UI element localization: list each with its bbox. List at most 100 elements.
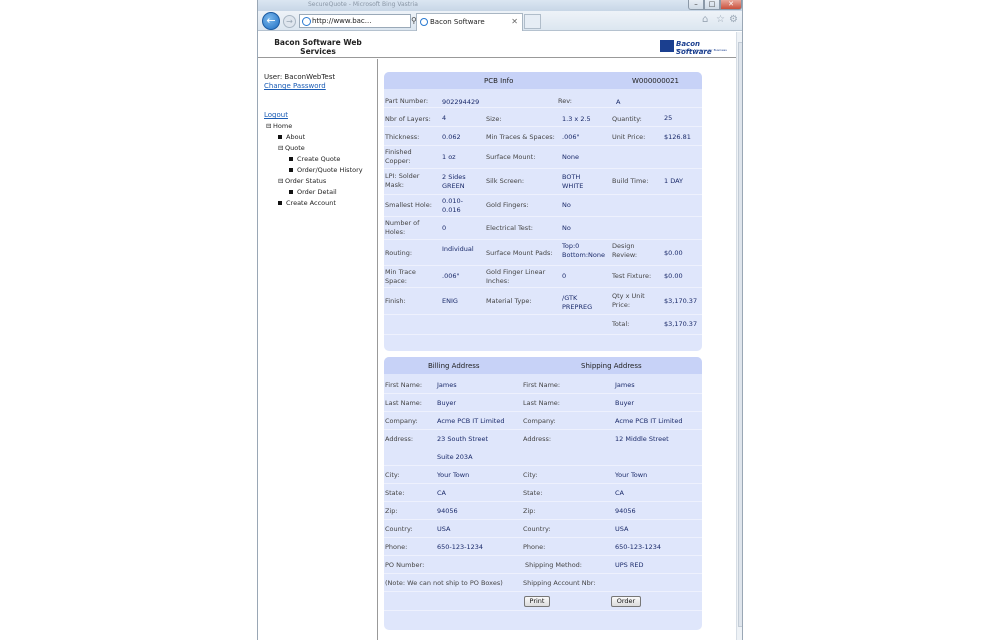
size-label: Size:	[486, 115, 502, 123]
tree-item-home[interactable]: ⊟ Home	[266, 122, 292, 130]
shipping-last-name-label: Last Name:	[523, 399, 560, 407]
po-number-label: PO Number:	[385, 561, 425, 569]
tree-item-order-history[interactable]: Order/Quote History	[289, 166, 363, 174]
row-divider	[384, 265, 702, 266]
billing-zip-label: Zip:	[385, 507, 398, 515]
shipping-phone-label: Phone:	[523, 543, 546, 551]
row-divider	[384, 126, 702, 127]
part-number-label: Part Number:	[385, 97, 429, 105]
pcb-info-header: PCB Info W000000021	[384, 72, 702, 89]
tree-item-create-account[interactable]: Create Account	[278, 199, 336, 207]
tree-item-order-detail[interactable]: Order Detail	[289, 188, 337, 196]
finish-value: ENIG	[442, 297, 458, 305]
part-number-value: 902294429	[442, 98, 480, 106]
billing-country-value: USA	[437, 525, 451, 533]
qty-unit-price-label: Qty x Unit Price:	[612, 292, 645, 309]
quantity-label: Quantity:	[612, 115, 642, 123]
silk-screen-value: BOTH WHITE	[562, 173, 584, 190]
shipping-country-value: USA	[615, 525, 629, 533]
scrollbar-thumb[interactable]	[738, 42, 742, 627]
billing-city-label: City:	[385, 471, 400, 479]
row-divider	[384, 591, 702, 592]
bullet-icon	[289, 157, 293, 161]
tree-item-about[interactable]: About	[278, 133, 305, 141]
pcb-info-panel: PCB Info W000000021 Part Number: 9022944…	[384, 72, 702, 351]
electrical-test-value: No	[562, 224, 571, 232]
new-tab-button[interactable]	[524, 14, 541, 29]
smt-pads-label: Surface Mount Pads:	[486, 249, 553, 257]
favorites-star-icon[interactable]: ☆	[716, 14, 725, 25]
test-fixture-value: $0.00	[664, 272, 683, 280]
home-icon[interactable]: ⌂	[702, 14, 708, 25]
forward-arrow-icon[interactable]: →	[283, 15, 296, 28]
shipping-last-name-value: Buyer	[615, 399, 635, 407]
row-divider	[384, 239, 702, 240]
smallest-hole-value: 0.010-0.016	[442, 197, 463, 214]
test-fixture-label: Test Fixture:	[612, 272, 652, 280]
row-divider	[384, 429, 702, 430]
number-of-holes-value: 0	[442, 224, 447, 232]
surface-mount-label: Surface Mount:	[486, 153, 536, 161]
maximize-button[interactable]: □	[704, 0, 720, 10]
min-trace-space-label: Min Trace Space:	[385, 268, 416, 285]
unit-price-label: Unit Price:	[612, 133, 646, 141]
tree-item-quote[interactable]: ⊟ Quote	[278, 144, 305, 152]
collapse-icon[interactable]: ⊟	[278, 177, 285, 185]
size-value: 1.3 x 2.5	[562, 115, 591, 123]
gear-icon[interactable]: ⚙	[729, 14, 738, 25]
shipping-company-value: Acme PCB IT Limited	[615, 417, 683, 425]
design-review-value: $0.00	[664, 249, 683, 257]
row-divider	[384, 393, 702, 394]
pcb-info-title: PCB Info	[484, 77, 514, 85]
unit-price-value: $126.81	[664, 133, 691, 141]
row-divider	[384, 465, 702, 466]
billing-last-name-value: Buyer	[437, 399, 457, 407]
collapse-icon[interactable]: ⊟	[266, 122, 273, 130]
vertical-scrollbar[interactable]	[736, 32, 742, 640]
qty-unit-price-value: $3,170.37	[664, 297, 698, 305]
collapse-icon[interactable]: ⊟	[278, 144, 285, 152]
row-divider	[384, 168, 702, 169]
logout-link[interactable]: Logout	[264, 111, 288, 119]
row-divider	[384, 287, 702, 288]
quantity-value: 25	[664, 114, 673, 122]
row-divider	[384, 411, 702, 412]
user-label: User: BaconWebTest	[264, 73, 336, 81]
total-value: $3,170.37	[664, 320, 698, 328]
change-password-link[interactable]: Change Password	[264, 82, 326, 90]
smt-pads-value: Top:0 Bottom:None	[562, 242, 605, 259]
min-traces-value: .006"	[562, 133, 580, 141]
shipping-city-label: City:	[523, 471, 538, 479]
total-label: Total:	[612, 320, 630, 328]
layers-value: 4	[442, 114, 447, 122]
row-divider	[384, 501, 702, 502]
finished-copper-label: Finished Copper:	[385, 148, 412, 165]
address-bar[interactable]: http://www.bac...	[299, 14, 411, 28]
gold-finger-linear-value: 0	[562, 272, 567, 280]
minimize-button[interactable]: –	[688, 0, 704, 10]
routing-label: Routing:	[385, 249, 413, 257]
billing-zip-value: 94056	[437, 507, 458, 515]
shipping-address-title: Shipping Address	[581, 362, 642, 370]
site-header: Bacon Software Web Services Bacon Softwa…	[258, 32, 736, 58]
layers-label: Nbr of Layers:	[385, 115, 431, 123]
navigation-bar: ← → http://www.bac... ⚲ Bacon Software ✕…	[258, 11, 742, 31]
shipping-country-label: Country:	[523, 525, 551, 533]
tree-item-order-status[interactable]: ⊟ Order Status	[278, 177, 326, 185]
close-tab-icon[interactable]: ✕	[511, 14, 518, 30]
tree-item-create-quote[interactable]: Create Quote	[289, 155, 340, 163]
billing-city-value: Your Town	[437, 471, 470, 479]
address-text: http://www.bac...	[312, 17, 372, 25]
order-button[interactable]: Order	[611, 596, 641, 607]
row-divider	[384, 194, 702, 195]
close-window-button[interactable]: ✕	[720, 0, 742, 10]
tab-bacon-software[interactable]: Bacon Software ✕	[416, 13, 523, 31]
row-divider	[384, 216, 702, 217]
billing-first-name-label: First Name:	[385, 381, 423, 389]
row-divider	[384, 537, 702, 538]
back-arrow-icon[interactable]: ←	[262, 12, 280, 30]
window-title: SecureQuote - Microsoft Bing Vastria	[308, 1, 418, 8]
print-button[interactable]: Print	[524, 596, 550, 607]
work-order-number: W000000021	[632, 77, 680, 85]
bullet-icon	[289, 190, 293, 194]
